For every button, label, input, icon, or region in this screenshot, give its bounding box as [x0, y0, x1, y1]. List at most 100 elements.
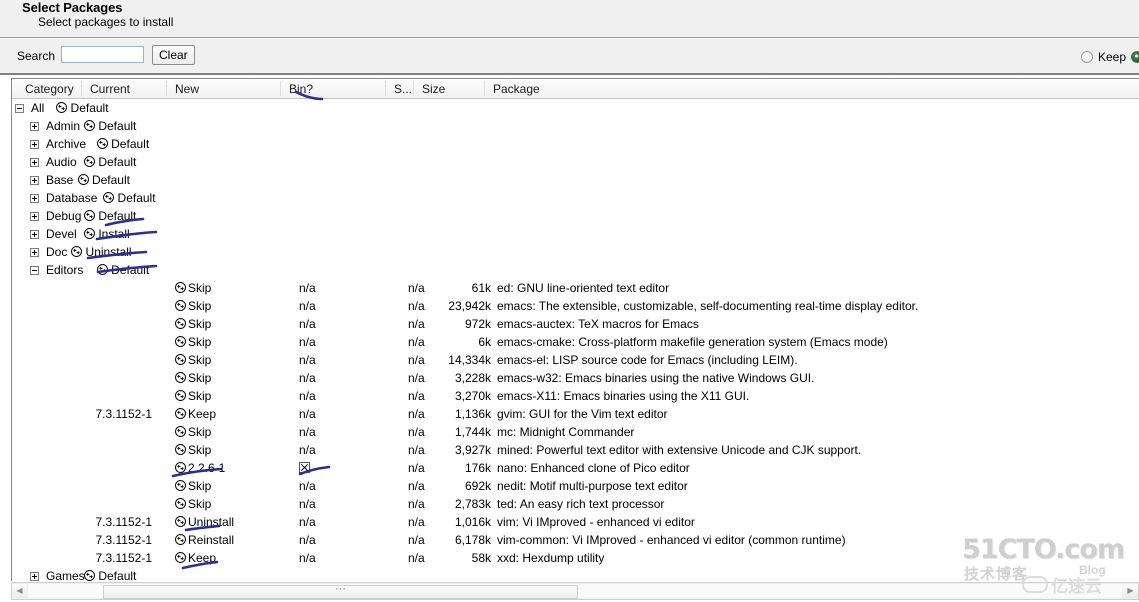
table-row[interactable]: Skip n/a n/a 61k ed: GNU line-oriented text … — [12, 280, 1139, 298]
category-row[interactable]: Debug Default — [12, 208, 1139, 226]
cell-bin[interactable]: n/a — [299, 551, 316, 565]
category-row[interactable]: Editors Default — [12, 262, 1139, 280]
cell-new-action[interactable]: Skip — [175, 317, 211, 331]
category-row[interactable]: Devel Install — [12, 226, 1139, 244]
cell-new-action[interactable]: Skip — [175, 389, 211, 403]
expand-icon[interactable] — [30, 194, 39, 203]
table-row[interactable]: Skip n/a n/a 3,270k emacs-X11: Emacs binarie… — [12, 388, 1139, 406]
column-divider[interactable] — [81, 81, 82, 96]
horizontal-scrollbar[interactable]: ◀ ▶ — [11, 582, 1139, 600]
category-state[interactable]: Default — [84, 119, 136, 133]
category-state[interactable]: Install — [84, 227, 130, 241]
column-header-package[interactable]: Package — [493, 82, 540, 96]
table-row[interactable]: Skip n/a n/a 1,744k mc: Midnight Commander — [12, 424, 1139, 442]
expand-icon[interactable] — [30, 140, 39, 149]
column-header-current[interactable]: Current — [90, 82, 130, 96]
table-row[interactable]: Skip n/a n/a 14,334k emacs-el: LISP source c… — [12, 352, 1139, 370]
cell-bin[interactable]: n/a — [299, 497, 316, 511]
table-row[interactable]: Skip n/a n/a 692k nedit: Motif multi-purpose… — [12, 478, 1139, 496]
table-row[interactable]: Skip n/a n/a 23,942k emacs: The extensible, … — [12, 298, 1139, 316]
scrollbar-thumb[interactable] — [103, 585, 578, 599]
category-state[interactable]: Uninstall — [71, 245, 132, 259]
column-divider[interactable] — [484, 81, 485, 96]
category-state[interactable]: Default — [84, 569, 136, 583]
category-state[interactable]: Default — [84, 209, 136, 223]
expand-icon[interactable] — [30, 572, 39, 581]
scrollbar-track[interactable] — [28, 584, 1122, 599]
category-row[interactable]: Base Default — [12, 172, 1139, 190]
column-header-bin[interactable]: Bin? — [289, 82, 313, 96]
cell-bin[interactable]: n/a — [299, 515, 316, 529]
category-state[interactable]: Default — [77, 173, 130, 187]
expand-icon[interactable] — [30, 248, 39, 257]
category-row[interactable]: Doc Uninstall — [12, 244, 1139, 262]
cell-bin[interactable]: n/a — [299, 389, 316, 403]
category-state[interactable]: Default — [96, 263, 149, 277]
cell-bin[interactable]: n/a — [299, 443, 316, 457]
cell-new-action[interactable]: Skip — [175, 443, 211, 457]
cell-new-action[interactable]: Skip — [175, 299, 211, 313]
cell-bin[interactable]: n/a — [299, 407, 316, 421]
cell-bin[interactable]: n/a — [299, 281, 316, 295]
cell-new-action[interactable]: Skip — [175, 497, 211, 511]
expand-icon[interactable] — [30, 212, 39, 221]
cell-new-action[interactable]: Keep — [175, 551, 216, 565]
scroll-left-arrow[interactable]: ◀ — [12, 584, 27, 598]
collapse-icon[interactable] — [30, 266, 39, 275]
cell-new-action[interactable]: Skip — [175, 425, 211, 439]
category-state[interactable]: Default — [103, 191, 156, 205]
cell-bin[interactable]: n/a — [299, 425, 316, 439]
expand-icon[interactable] — [30, 122, 39, 131]
radio-selected[interactable] — [1131, 51, 1139, 63]
column-header-category[interactable]: Category — [25, 82, 74, 96]
cell-bin[interactable]: n/a — [299, 371, 316, 385]
cell-bin[interactable] — [299, 461, 310, 475]
expand-icon[interactable] — [30, 176, 39, 185]
table-row[interactable]: 7.3.1152-1 Keep n/a n/a 1,136k gvim: GUI for … — [12, 406, 1139, 424]
column-divider[interactable] — [280, 81, 281, 96]
column-divider[interactable] — [385, 81, 386, 96]
cell-bin[interactable]: n/a — [299, 317, 316, 331]
checkbox-checked-icon[interactable] — [299, 462, 310, 473]
table-row[interactable]: Skip n/a n/a 2,783k ted: An easy rich text p… — [12, 496, 1139, 514]
column-divider[interactable] — [413, 81, 414, 96]
category-state[interactable]: Default — [96, 137, 149, 151]
cell-new-action[interactable]: Reinstall — [175, 533, 234, 547]
cell-bin[interactable]: n/a — [299, 335, 316, 349]
expand-icon[interactable] — [30, 230, 39, 239]
cell-new-action[interactable]: Skip — [175, 281, 211, 295]
category-row[interactable]: All Default — [12, 100, 1139, 118]
column-divider[interactable] — [166, 81, 167, 96]
cell-new-action[interactable]: 2.2.6-1 — [175, 461, 225, 475]
category-row[interactable]: Archive Default — [12, 136, 1139, 154]
cell-new-action[interactable]: Skip — [175, 335, 211, 349]
expand-icon[interactable] — [30, 158, 39, 167]
column-header-s[interactable]: S... — [394, 82, 412, 96]
category-state[interactable]: Default — [84, 155, 136, 169]
cell-bin[interactable]: n/a — [299, 479, 316, 493]
category-row[interactable]: Admin Default — [12, 118, 1139, 136]
cell-new-action[interactable]: Uninstall — [175, 515, 234, 529]
cell-new-action[interactable]: Skip — [175, 371, 211, 385]
collapse-icon[interactable] — [15, 104, 24, 113]
category-row[interactable]: Database Default — [12, 190, 1139, 208]
cell-bin[interactable]: n/a — [299, 533, 316, 547]
table-row[interactable]: Skip n/a n/a 3,927k mined: Powerful text edi… — [12, 442, 1139, 460]
clear-button[interactable]: Clear — [152, 45, 195, 65]
table-row[interactable]: 7.3.1152-1 Uninstall n/a n/a 1,016k vim: Vi I… — [12, 514, 1139, 532]
cell-new-action[interactable]: Keep — [175, 407, 216, 421]
column-header-new[interactable]: New — [175, 82, 199, 96]
table-row[interactable]: Skip n/a n/a 3,228k emacs-w32: Emacs binarie… — [12, 370, 1139, 388]
cell-new-action[interactable]: Skip — [175, 353, 211, 367]
cell-new-action[interactable]: Skip — [175, 479, 211, 493]
category-row[interactable]: Audio Default — [12, 154, 1139, 172]
cell-bin[interactable]: n/a — [299, 299, 316, 313]
table-row[interactable]: 2.2.6-1 n/a 176k nano: Enhanced clone of Pi… — [12, 460, 1139, 478]
search-input[interactable] — [61, 46, 144, 63]
scroll-right-arrow[interactable]: ▶ — [1123, 584, 1138, 598]
table-row[interactable]: Skip n/a n/a 6k emacs-cmake: Cross-platform … — [12, 334, 1139, 352]
cell-bin[interactable]: n/a — [299, 353, 316, 367]
table-row[interactable]: Skip n/a n/a 972k emacs-auctex: TeX macros f… — [12, 316, 1139, 334]
radio-keep[interactable] — [1080, 51, 1093, 63]
category-state[interactable]: Default — [56, 101, 109, 115]
